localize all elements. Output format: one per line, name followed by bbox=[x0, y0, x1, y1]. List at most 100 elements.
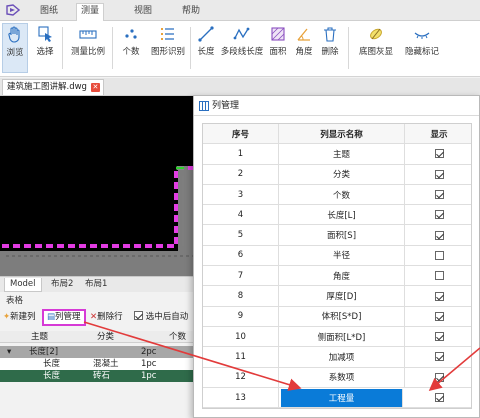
row-name[interactable]: 角度 bbox=[279, 266, 405, 286]
delete-row-button[interactable]: ✕删除行 bbox=[90, 310, 123, 325]
row-name[interactable]: 厚度[D] bbox=[279, 286, 405, 306]
toolbar-divider bbox=[348, 27, 349, 69]
hide-marks-button[interactable]: 隐藏标记 bbox=[402, 23, 442, 73]
row-index: 7 bbox=[203, 266, 279, 286]
select-button[interactable]: 选择 bbox=[32, 23, 58, 73]
measure-scale-button[interactable]: 测量比例 bbox=[68, 23, 108, 73]
chevron-down-icon[interactable]: ▾ bbox=[4, 346, 14, 358]
row-name[interactable]: 分类 bbox=[279, 164, 405, 184]
show-checkbox[interactable] bbox=[405, 246, 473, 265]
table-cell bbox=[90, 346, 138, 358]
table-cell: 长度 bbox=[43, 371, 61, 381]
column-manage-button[interactable]: ▤列管理 bbox=[42, 309, 86, 326]
index-header: 序号 bbox=[203, 124, 279, 144]
table-row[interactable]: ▾ 长度[2] 2pc bbox=[0, 346, 196, 358]
column-row[interactable]: 11 加减项 bbox=[203, 347, 473, 368]
show-checkbox[interactable] bbox=[405, 165, 473, 184]
toolbar-divider bbox=[112, 27, 113, 69]
row-name[interactable]: 半径 bbox=[279, 245, 405, 266]
table-cell: 1pc bbox=[141, 371, 157, 381]
table-header-row: 主题 分类 个数 bbox=[0, 331, 196, 343]
column-row[interactable]: 5 面积[S] bbox=[203, 225, 473, 246]
row-name[interactable]: 长度[L] bbox=[279, 205, 405, 225]
row-index: 12 bbox=[203, 367, 279, 387]
row-index: 9 bbox=[203, 306, 279, 326]
column-row[interactable]: 2 分类 bbox=[203, 164, 473, 185]
polyline-length-button[interactable]: 多段线长度 bbox=[220, 23, 264, 73]
show-checkbox[interactable] bbox=[405, 307, 473, 326]
brush-icon bbox=[370, 28, 382, 40]
column-row[interactable]: 10 侧面积[L*D] bbox=[203, 326, 473, 348]
area-button[interactable]: 面积 bbox=[266, 23, 290, 73]
column-row[interactable]: 4 长度[L] bbox=[203, 205, 473, 226]
tab-layout1[interactable]: 布局1 bbox=[80, 278, 112, 292]
checkbox-icon bbox=[134, 311, 143, 320]
row-name[interactable]: 面积[S] bbox=[279, 225, 405, 245]
table-header-cell: 个数 bbox=[169, 332, 187, 342]
show-checkbox[interactable] bbox=[405, 347, 473, 366]
close-icon[interactable]: ✕ bbox=[90, 83, 100, 92]
show-checkbox[interactable] bbox=[405, 368, 473, 387]
checkbox-icon bbox=[434, 332, 444, 342]
delete-button[interactable]: 删除 bbox=[318, 23, 342, 73]
column-row[interactable]: 12 系数项 bbox=[203, 367, 473, 388]
column-row[interactable]: 8 厚度[D] bbox=[203, 286, 473, 307]
show-checkbox[interactable] bbox=[405, 225, 473, 244]
show-checkbox[interactable] bbox=[405, 266, 473, 285]
document-tab[interactable]: 建筑施工图讲解.dwg ✕ bbox=[2, 79, 104, 95]
columns-icon bbox=[199, 101, 209, 111]
row-name[interactable]: 主题 bbox=[279, 144, 405, 164]
row-name[interactable]: 加减项 bbox=[279, 347, 405, 367]
show-checkbox[interactable] bbox=[405, 205, 473, 224]
row-index: 2 bbox=[203, 164, 279, 184]
count-button[interactable]: 个数 bbox=[118, 23, 144, 73]
column-row[interactable]: 1 主题 bbox=[203, 144, 473, 165]
row-index: 10 bbox=[203, 326, 279, 347]
show-checkbox[interactable] bbox=[405, 388, 473, 407]
row-name[interactable]: 侧面积[L*D] bbox=[279, 326, 405, 347]
shape-recognize-button[interactable]: 图形识别 bbox=[148, 23, 188, 73]
row-name[interactable]: 体积[S*D] bbox=[279, 306, 405, 326]
column-row[interactable]: 9 体积[S*D] bbox=[203, 306, 473, 327]
show-checkbox[interactable] bbox=[405, 185, 473, 204]
base-gray-button[interactable]: 底图灰显 bbox=[356, 23, 396, 73]
cad-drawing bbox=[0, 166, 196, 276]
show-checkbox[interactable] bbox=[405, 144, 473, 163]
show-checkbox[interactable] bbox=[405, 286, 473, 305]
tab-help[interactable]: 帮助 bbox=[178, 4, 204, 21]
columns-icon: ▤ bbox=[47, 312, 56, 322]
row-name[interactable]: 个数 bbox=[279, 184, 405, 205]
table-header-cell: 分类 bbox=[97, 332, 115, 342]
tab-view[interactable]: 视图 bbox=[130, 4, 156, 21]
column-row[interactable]: 7 角度 bbox=[203, 266, 473, 287]
show-checkbox[interactable] bbox=[405, 327, 473, 346]
trash-icon bbox=[324, 27, 336, 42]
layout-tab-bar: Model 布局2 布局1 bbox=[0, 276, 196, 292]
length-button[interactable]: 长度 bbox=[194, 23, 218, 73]
checkbox-icon bbox=[434, 291, 444, 301]
document-tab-label: 建筑施工图讲解.dwg bbox=[7, 82, 87, 92]
row-name[interactable]: 系数项 bbox=[279, 367, 405, 387]
hand-icon bbox=[8, 26, 20, 43]
angle-button[interactable]: 角度 bbox=[292, 23, 316, 73]
dialog-title-bar: 列管理 bbox=[194, 96, 479, 116]
row-name[interactable]: 工程量 bbox=[281, 388, 403, 407]
table-cell: 砖石 bbox=[93, 371, 111, 381]
column-row[interactable]: 13 工程量 bbox=[203, 387, 473, 409]
browse-button[interactable]: 浏览 bbox=[2, 23, 28, 73]
tab-drawing[interactable]: 图纸 bbox=[36, 4, 62, 21]
table-row[interactable]: 长度 砖石 1pc bbox=[0, 370, 196, 382]
column-row[interactable]: 6 半径 bbox=[203, 245, 473, 267]
tab-layout2[interactable]: 布局2 bbox=[46, 278, 78, 292]
grid-header-row: 序号 列显示名称 显示 bbox=[203, 124, 471, 145]
table-row[interactable]: 长度 混凝土 1pc bbox=[0, 358, 196, 370]
cursor-icon bbox=[38, 26, 52, 42]
auto-select-checkbox[interactable]: 选中后自动 bbox=[134, 310, 188, 325]
new-column-button[interactable]: ✦新建列 bbox=[3, 310, 36, 325]
tab-measure[interactable]: 测量 bbox=[76, 3, 105, 22]
checkbox-icon bbox=[434, 190, 444, 200]
dots-icon bbox=[125, 29, 137, 39]
tab-model[interactable]: Model bbox=[4, 278, 42, 292]
column-row[interactable]: 3 个数 bbox=[203, 184, 473, 206]
drawing-canvas[interactable] bbox=[0, 96, 196, 276]
